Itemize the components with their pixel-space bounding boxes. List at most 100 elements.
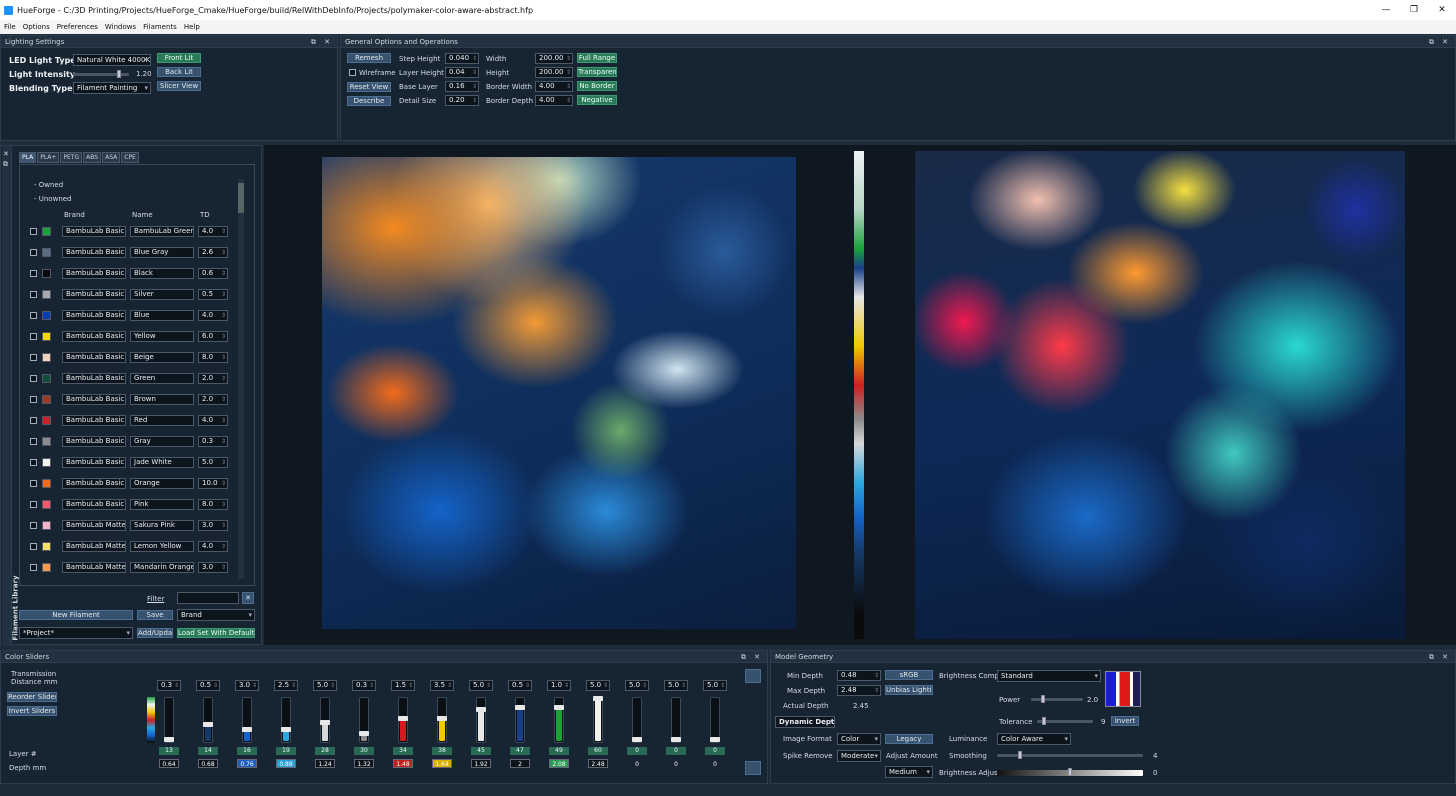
color-slider[interactable]: [593, 696, 603, 743]
slider-handle[interactable]: [1041, 695, 1045, 703]
brightness-adjust-slider[interactable]: [997, 768, 1143, 776]
td-input[interactable]: 5.0: [625, 680, 649, 691]
owned-checkbox[interactable]: [30, 438, 37, 445]
model-preview[interactable]: [322, 157, 796, 629]
brand-cell[interactable]: BambuLab Basic: [62, 331, 126, 342]
panel-controls[interactable]: ⧉ ✕: [1429, 36, 1451, 48]
td-input[interactable]: 1.5: [391, 680, 415, 691]
border-width-input[interactable]: 4.00: [535, 81, 573, 92]
td-cell[interactable]: 5.0: [198, 457, 228, 468]
td-cell[interactable]: 3.0: [198, 520, 228, 531]
name-cell[interactable]: Jade White: [130, 457, 194, 468]
slider-handle[interactable]: [1042, 717, 1046, 725]
brand-cell[interactable]: BambuLab Matte: [62, 562, 126, 573]
list-scrollbar[interactable]: [238, 179, 244, 579]
slider-handle[interactable]: [554, 705, 564, 710]
layer-height-input[interactable]: 0.04: [445, 67, 479, 78]
color-slider[interactable]: [671, 697, 681, 743]
table-row[interactable]: BambuLab Basic Yellow 6.0: [20, 330, 235, 344]
slider-handle[interactable]: [398, 716, 408, 721]
table-row[interactable]: BambuLab Basic Beige 8.0: [20, 351, 235, 365]
border-depth-input[interactable]: 4.00: [535, 95, 573, 106]
light-intensity-slider[interactable]: [73, 70, 129, 78]
detail-size-input[interactable]: 0.20: [445, 95, 479, 106]
tab-petg[interactable]: PETG: [60, 152, 83, 163]
new-filament-button[interactable]: New Filament: [19, 610, 133, 620]
td-cell[interactable]: 0.5: [198, 289, 228, 300]
slider-handle[interactable]: [359, 731, 369, 736]
td-cell[interactable]: 8.0: [198, 499, 228, 510]
tab-cpe[interactable]: CPE: [121, 152, 139, 163]
td-cell[interactable]: 0.3: [198, 436, 228, 447]
table-row[interactable]: BambuLab Basic BambuLab Green 4.0: [20, 225, 235, 239]
owned-checkbox[interactable]: [30, 291, 37, 298]
brand-cell[interactable]: BambuLab Matte: [62, 520, 126, 531]
name-cell[interactable]: Blue: [130, 310, 194, 321]
owned-checkbox[interactable]: [30, 354, 37, 361]
color-slider[interactable]: [398, 697, 408, 743]
td-input[interactable]: 5.0: [586, 680, 610, 691]
brand-cell[interactable]: BambuLab Basic: [62, 415, 126, 426]
color-slider[interactable]: [359, 697, 369, 743]
project-select[interactable]: *Project*: [19, 627, 133, 639]
panel-controls[interactable]: ⧉ ✕: [1429, 651, 1451, 663]
td-input[interactable]: 5.0: [664, 680, 688, 691]
owned-checkbox[interactable]: [30, 417, 37, 424]
tab-asa[interactable]: ASA: [102, 152, 121, 163]
owned-checkbox[interactable]: [30, 459, 37, 466]
clear-filter-icon[interactable]: ✕: [242, 592, 254, 604]
no-border-button[interactable]: No Border: [577, 81, 617, 91]
image-format-select[interactable]: Color: [837, 733, 881, 745]
brand-cell[interactable]: BambuLab Basic: [62, 247, 126, 258]
brand-cell[interactable]: BambuLab Basic: [62, 310, 126, 321]
brand-cell[interactable]: BambuLab Basic: [62, 289, 126, 300]
brand-cell[interactable]: BambuLab Basic: [62, 436, 126, 447]
brand-cell[interactable]: BambuLab Basic: [62, 226, 126, 237]
brand-cell[interactable]: BambuLab Basic: [62, 457, 126, 468]
blending-type-select[interactable]: Filament Painting: [73, 82, 151, 94]
name-cell[interactable]: Mandarin Orange: [130, 562, 194, 573]
table-row[interactable]: BambuLab Basic Red 4.0: [20, 414, 235, 428]
led-light-select[interactable]: Natural White 4000K: [73, 54, 151, 66]
owned-checkbox[interactable]: [30, 522, 37, 529]
name-cell[interactable]: Orange: [130, 478, 194, 489]
back-lit-button[interactable]: Back Lit: [157, 67, 201, 77]
td-input[interactable]: 0.5: [196, 680, 220, 691]
name-cell[interactable]: Sakura Pink: [130, 520, 194, 531]
td-cell[interactable]: 2.0: [198, 373, 228, 384]
tab-pla-plus[interactable]: PLA+: [37, 152, 60, 163]
color-slider[interactable]: [203, 697, 213, 743]
table-row[interactable]: BambuLab Basic Blue Gray 2.6: [20, 246, 235, 260]
td-input[interactable]: 5.0: [313, 680, 337, 691]
adjust-amount-select[interactable]: Medium: [885, 766, 933, 778]
owned-checkbox[interactable]: [30, 312, 37, 319]
slider-handle[interactable]: [1018, 751, 1022, 759]
maximize-button[interactable]: ❐: [1400, 0, 1428, 20]
tab-abs[interactable]: ABS: [83, 152, 102, 163]
slider-handle[interactable]: [203, 722, 213, 727]
unowned-group[interactable]: - Unowned: [34, 195, 72, 203]
color-slider[interactable]: [164, 697, 174, 743]
base-layer-input[interactable]: 0.16: [445, 81, 479, 92]
brand-cell[interactable]: BambuLab Basic: [62, 478, 126, 489]
table-row[interactable]: BambuLab Basic Black 0.6: [20, 267, 235, 281]
invert-button[interactable]: Invert: [1111, 716, 1139, 726]
column-td[interactable]: TD: [200, 211, 210, 219]
close-icon[interactable]: ✕: [3, 150, 9, 158]
table-row[interactable]: BambuLab Basic Green 2.0: [20, 372, 235, 386]
td-cell[interactable]: 3.0: [198, 562, 228, 573]
td-cell[interactable]: 0.6: [198, 268, 228, 279]
name-cell[interactable]: BambuLab Green: [130, 226, 194, 237]
legacy-button[interactable]: Legacy: [885, 734, 933, 744]
color-slider[interactable]: [476, 697, 486, 743]
td-input[interactable]: 0.3: [352, 680, 376, 691]
name-cell[interactable]: Black: [130, 268, 194, 279]
td-cell[interactable]: 8.0: [198, 352, 228, 363]
slider-handle[interactable]: [117, 70, 121, 78]
slicer-view-button[interactable]: Slicer View: [157, 81, 201, 91]
float-icon[interactable]: ⧉: [3, 160, 8, 169]
td-input[interactable]: 3.0: [235, 680, 259, 691]
menu-options[interactable]: Options: [23, 23, 50, 31]
td-cell[interactable]: 4.0: [198, 310, 228, 321]
td-cell[interactable]: 4.0: [198, 226, 228, 237]
